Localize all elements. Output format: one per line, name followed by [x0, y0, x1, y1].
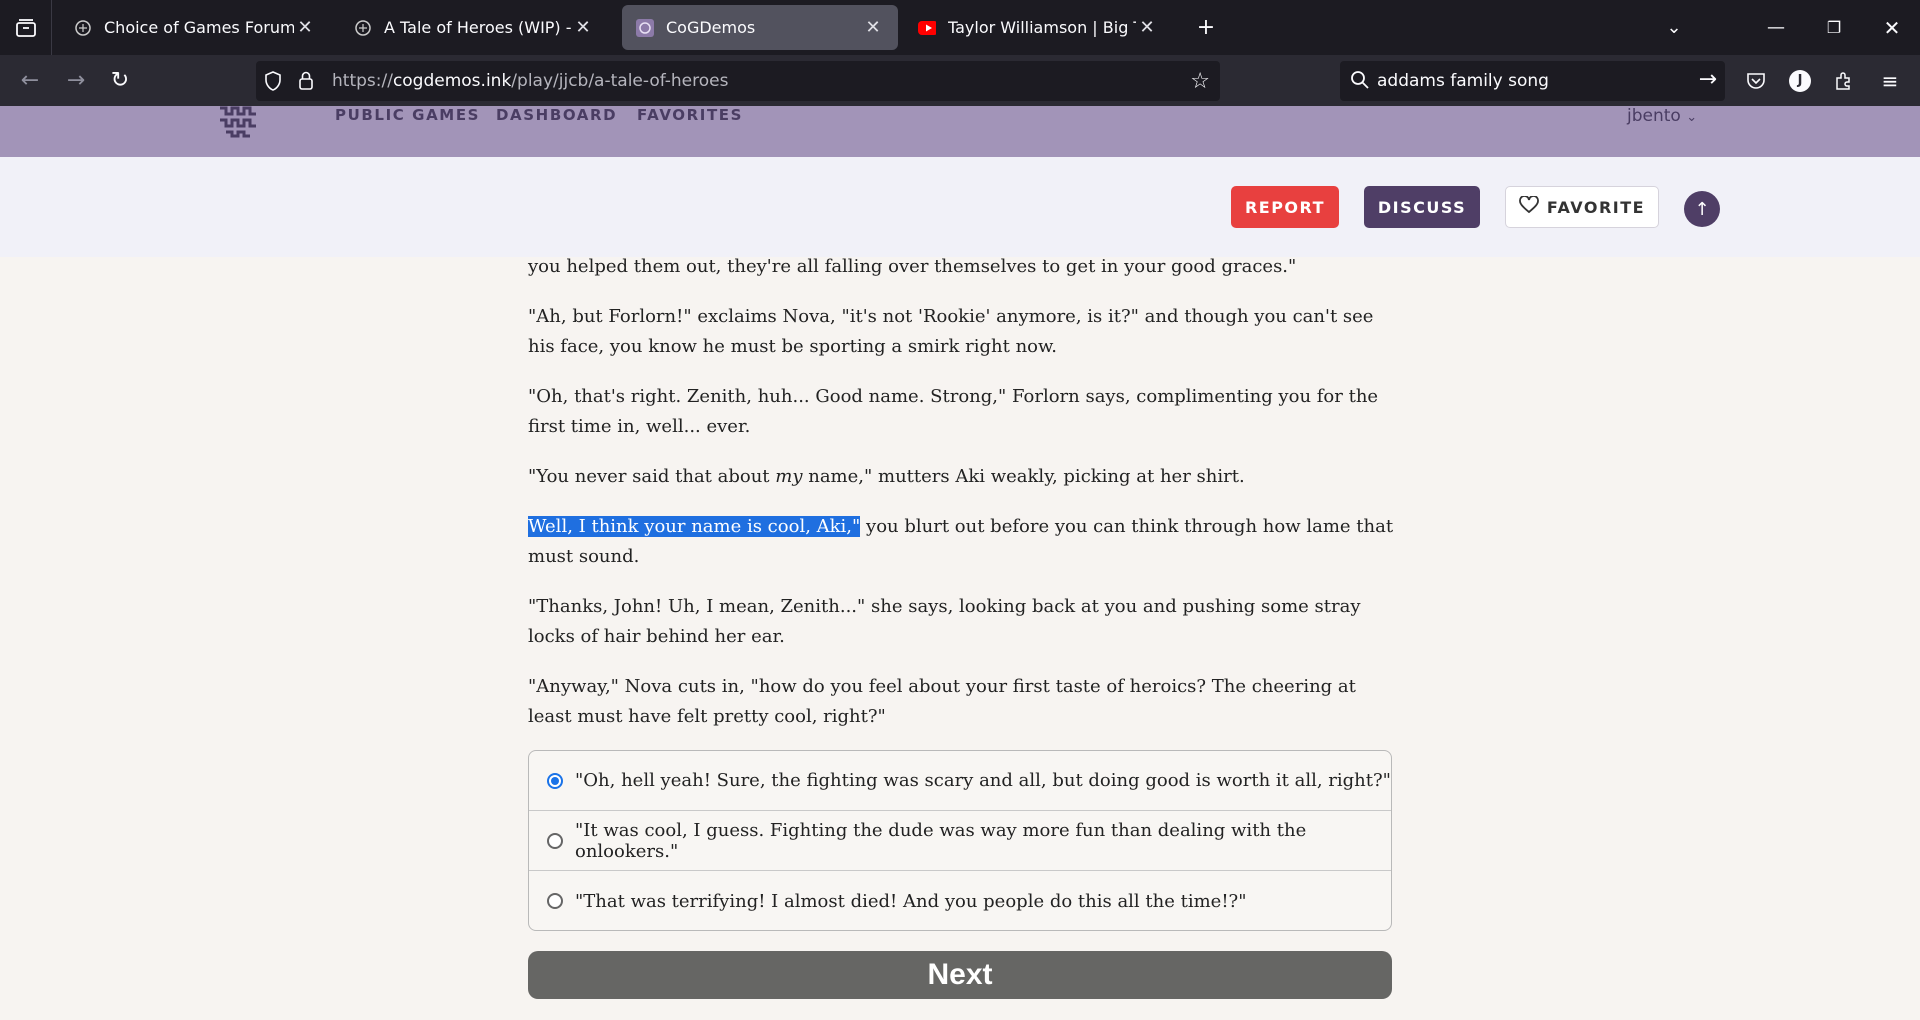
reload-icon[interactable]: ↻ — [98, 55, 142, 106]
tab-title: Choice of Games Forum — [104, 18, 294, 37]
close-tab-icon[interactable]: ✕ — [862, 17, 884, 38]
choice-option[interactable]: "It was cool, I guess. Fighting the dude… — [529, 811, 1391, 871]
search-go-icon[interactable]: → — [1699, 67, 1717, 92]
nav-favorites[interactable]: FAVORITES — [637, 106, 743, 130]
report-button[interactable]: REPORT — [1231, 186, 1339, 228]
shield-icon[interactable] — [264, 71, 282, 96]
selected-text: Well, I think your name is cool, Aki," — [528, 516, 861, 537]
list-all-tabs-icon[interactable]: ⌄ — [1654, 0, 1694, 55]
tab-youtube[interactable]: Taylor Williamson | Big Time Ce ✕ — [904, 5, 1172, 50]
choice-text: "It was cool, I guess. Fighting the dude… — [575, 819, 1307, 862]
choice-list: "Oh, hell yeah! Sure, the fighting was s… — [528, 750, 1392, 931]
story-paragraph: "Oh, that's right. Zenith, huh... Good n… — [528, 386, 1379, 437]
url-prefix: https:// — [332, 71, 393, 91]
close-tab-icon[interactable]: ✕ — [1136, 17, 1158, 38]
tab-title: Taylor Williamson | Big Time Ce — [948, 18, 1136, 37]
tab-choice-of-games-forum[interactable]: Choice of Games Forum ✕ — [60, 5, 330, 50]
cog-forum-icon — [354, 19, 372, 37]
nav-dashboard[interactable]: DASHBOARD — [496, 106, 617, 130]
site-header: PUBLIC GAMES DASHBOARD FAVORITES jbento … — [0, 106, 1920, 157]
youtube-icon — [918, 19, 936, 37]
cog-forum-icon — [74, 19, 92, 37]
story-paragraph: "Thanks, John! Uh, I mean, Zenith..." sh… — [528, 596, 1361, 647]
chevron-down-icon: ⌄ — [1686, 110, 1698, 125]
search-bar[interactable]: addams family song → — [1340, 61, 1725, 101]
tab-title: A Tale of Heroes (WIP) - 224k w — [384, 18, 572, 37]
favorite-label: FAVORITE — [1546, 197, 1646, 217]
story-paragraph: "Anyway," Nova cuts in, "how do you feel… — [528, 676, 1356, 727]
close-window-icon[interactable]: ✕ — [1872, 0, 1912, 55]
story-emphasis: my — [775, 466, 803, 487]
profile-avatar[interactable]: J — [1778, 55, 1822, 106]
next-button[interactable]: Next — [528, 951, 1392, 999]
forward-icon[interactable]: → — [54, 55, 98, 106]
url-text[interactable]: https://cogdemos.ink/play/jjcb/a-tale-of… — [332, 71, 728, 91]
close-tab-icon[interactable]: ✕ — [294, 17, 316, 38]
close-tab-icon[interactable]: ✕ — [572, 17, 594, 38]
search-input[interactable]: addams family song — [1377, 71, 1549, 91]
choice-option[interactable]: "That was terrifying! I almost died! And… — [529, 871, 1391, 930]
tab-tale-of-heroes[interactable]: A Tale of Heroes (WIP) - 224k w ✕ — [340, 5, 608, 50]
story-paragraph: "Ah, but Forlorn!" exclaims Nova, "it's … — [528, 306, 1374, 357]
url-bar[interactable]: https://cogdemos.ink/play/jjcb/a-tale-of… — [256, 61, 1220, 101]
cogdemos-logo-icon[interactable] — [218, 106, 260, 142]
scroll-top-button[interactable]: ↑ — [1684, 191, 1720, 227]
minimize-icon[interactable]: — — [1756, 0, 1796, 55]
story-text: you helped them out, they're all falling… — [528, 252, 1396, 752]
radio-button[interactable] — [547, 893, 563, 909]
search-icon — [1350, 70, 1370, 95]
user-menu[interactable]: jbento ⌄ — [1627, 106, 1697, 126]
menu-icon[interactable]: ≡ — [1868, 55, 1912, 106]
choice-text: "That was terrifying! I almost died! And… — [575, 890, 1247, 912]
nav-public-games[interactable]: PUBLIC GAMES — [335, 106, 480, 130]
tab-list-icon[interactable] — [0, 0, 52, 55]
username: jbento — [1627, 106, 1681, 126]
bookmark-star-icon[interactable]: ☆ — [1190, 69, 1210, 94]
pocket-icon[interactable] — [1734, 55, 1778, 106]
choice-option[interactable]: "Oh, hell yeah! Sure, the fighting was s… — [529, 751, 1391, 811]
url-path: /play/jjcb/a-tale-of-heroes — [511, 71, 729, 91]
story-text-run: "You never said that about — [528, 466, 776, 487]
tab-cogdemos[interactable]: CoGDemos ✕ — [622, 5, 898, 50]
restore-icon[interactable]: ❐ — [1814, 0, 1854, 55]
extensions-icon[interactable] — [1822, 55, 1866, 106]
favorite-button[interactable]: FAVORITE — [1505, 186, 1659, 228]
arrow-up-icon: ↑ — [1694, 198, 1710, 220]
lock-icon[interactable] — [298, 70, 314, 95]
choice-text: "Oh, hell yeah! Sure, the fighting was s… — [575, 770, 1391, 791]
story-paragraph: "You never said that about my name," mut… — [528, 462, 1396, 492]
radio-button-checked[interactable] — [547, 772, 563, 789]
discuss-button[interactable]: DISCUSS — [1364, 186, 1480, 228]
cogdemos-icon — [636, 18, 654, 37]
story-paragraph: Well, I think your name is cool, Aki," y… — [528, 512, 1396, 572]
story-text-run: name," mutters Aki weakly, picking at he… — [802, 466, 1245, 487]
tab-title: CoGDemos — [666, 18, 756, 37]
browser-tab-bar: Choice of Games Forum ✕ A Tale of Heroes… — [0, 0, 1920, 55]
heart-icon — [1518, 195, 1539, 218]
radio-button[interactable] — [547, 832, 563, 849]
url-host: cogdemos.ink — [392, 71, 512, 91]
action-strip: REPORT DISCUSS FAVORITE ↑ — [0, 157, 1920, 257]
back-icon[interactable]: ← — [8, 55, 52, 106]
browser-nav-bar: ← → ↻ https://cogdemos.ink/play/jjcb/a-t… — [0, 55, 1920, 106]
profile-initial: J — [1789, 69, 1811, 92]
story-paragraph: you helped them out, they're all falling… — [528, 256, 1297, 277]
new-tab-icon[interactable]: + — [1186, 0, 1226, 55]
